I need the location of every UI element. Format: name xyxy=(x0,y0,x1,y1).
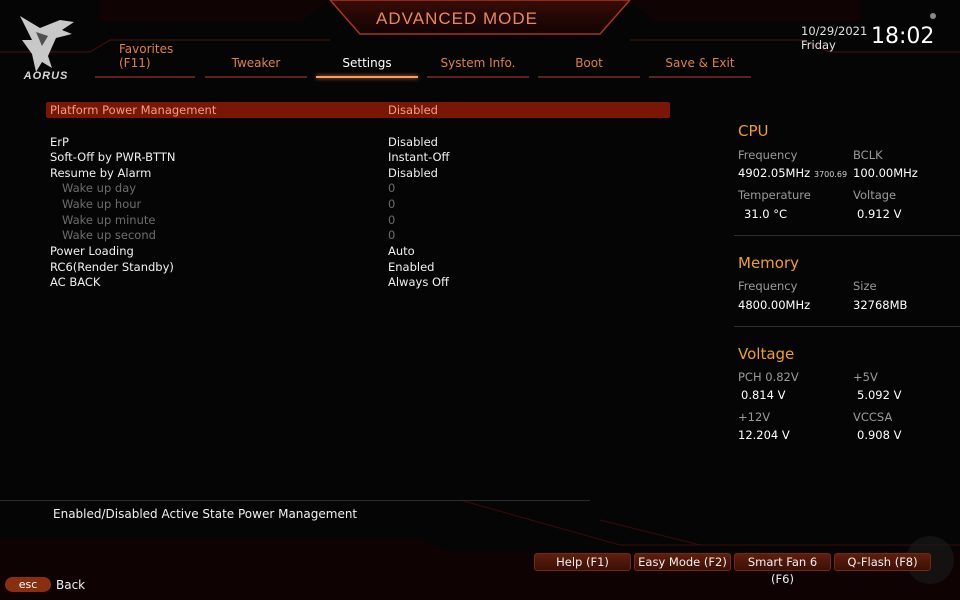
cpu-frequency-label: Frequency xyxy=(738,148,798,162)
help-button[interactable]: Help (F1) xyxy=(534,553,631,571)
setting-row-rc6[interactable]: RC6(Render Standby) Enabled xyxy=(50,260,650,275)
tab-label: System Info. xyxy=(440,56,516,70)
memory-size-label: Size xyxy=(853,279,877,293)
vccsa-value: 0.908 V xyxy=(857,428,902,442)
memory-frequency-label: Frequency xyxy=(738,279,798,293)
setting-row-wake-up-hour: Wake up hour 0 xyxy=(50,197,650,212)
tab-label: Save & Exit xyxy=(665,56,735,70)
tab-underline xyxy=(538,76,640,78)
cpu-bclk-value: 100.00MHz xyxy=(853,166,918,180)
cpu-temperature-label: Temperature xyxy=(738,188,811,202)
date-display: 10/29/2021 Friday xyxy=(801,24,867,52)
setting-label: Wake up hour xyxy=(62,197,142,211)
voltage-title: Voltage xyxy=(738,345,795,363)
setting-row-wake-up-day: Wake up day 0 xyxy=(50,181,650,196)
tab-underline xyxy=(316,76,418,78)
setting-row-selected[interactable]: Platform Power Management Disabled xyxy=(46,102,670,118)
day-text: Friday xyxy=(801,38,836,52)
setting-value: Disabled xyxy=(388,135,438,149)
cpu-temperature-value: 31.0 °C xyxy=(744,207,788,221)
setting-label: AC BACK xyxy=(50,275,101,289)
setting-label: Wake up second xyxy=(62,228,156,242)
tab-label: Tweaker xyxy=(231,56,281,70)
help-description: Enabled/Disabled Active State Power Mana… xyxy=(53,507,358,521)
setting-row-power-loading[interactable]: Power Loading Auto xyxy=(50,244,650,259)
pch-value: 0.814 V xyxy=(741,388,786,402)
setting-row-wake-up-second: Wake up second 0 xyxy=(50,228,650,243)
tab-save-exit[interactable]: Save & Exit xyxy=(649,44,751,78)
v5-value: 5.092 V xyxy=(857,388,902,402)
tab-label: Boot xyxy=(575,56,603,70)
setting-label: RC6(Render Standby) xyxy=(50,260,174,274)
setting-value: Disabled xyxy=(388,166,438,180)
tab-underline xyxy=(205,76,307,78)
tab-underline xyxy=(427,76,529,78)
v12-value: 12.204 V xyxy=(738,428,790,442)
setting-value: 0 xyxy=(388,181,396,195)
setting-row-erp[interactable]: ErP Disabled xyxy=(50,135,650,150)
setting-label: Wake up minute xyxy=(62,213,156,227)
setting-row-resume-by-alarm[interactable]: Resume by Alarm Disabled xyxy=(50,166,650,181)
esc-key-button[interactable]: esc xyxy=(5,577,51,592)
mode-title: ADVANCED MODE xyxy=(376,9,538,28)
easy-mode-button[interactable]: Easy Mode (F2) xyxy=(634,553,731,571)
memory-frequency-value: 4800.00MHz xyxy=(738,298,811,312)
setting-value: 0 xyxy=(388,197,396,211)
setting-row-soft-off[interactable]: Soft-Off by PWR-BTTN Instant-Off xyxy=(50,150,650,165)
divider xyxy=(734,326,960,327)
q-flash-button[interactable]: Q-Flash (F8) xyxy=(834,553,931,571)
setting-value: Disabled xyxy=(388,103,438,117)
tab-label: Favorites (F11) xyxy=(119,42,174,70)
pch-label: PCH 0.82V xyxy=(738,370,799,384)
cpu-frequency-sub-value: 3700.69 xyxy=(814,170,848,179)
memory-size-value: 32768MB xyxy=(853,298,908,312)
setting-value: Instant-Off xyxy=(388,150,450,164)
vccsa-label: VCCSA xyxy=(853,410,893,424)
tab-system-info[interactable]: System Info. xyxy=(427,44,529,78)
setting-label: Soft-Off by PWR-BTTN xyxy=(50,150,176,164)
cpu-bclk-label: BCLK xyxy=(853,148,883,162)
smart-fan-button[interactable]: Smart Fan 6 (F6) xyxy=(734,553,831,586)
divider xyxy=(734,235,960,236)
memory-title: Memory xyxy=(738,254,800,272)
tab-settings[interactable]: Settings xyxy=(316,44,418,78)
setting-row-ac-back[interactable]: AC BACK Always Off xyxy=(50,275,650,290)
setting-label: Power Loading xyxy=(50,244,134,258)
divider xyxy=(0,500,590,501)
tab-label: Settings xyxy=(342,56,392,70)
status-dot-icon xyxy=(930,13,936,19)
v12-label: +12V xyxy=(738,410,771,424)
cpu-voltage-value: 0.912 V xyxy=(857,207,902,221)
brand-logo-text: AORUS xyxy=(23,70,69,82)
setting-label: Platform Power Management xyxy=(50,103,217,117)
tab-underline xyxy=(649,76,751,78)
setting-label: Resume by Alarm xyxy=(50,166,152,180)
setting-value: 0 xyxy=(388,228,396,242)
tab-boot[interactable]: Boot xyxy=(538,44,640,78)
v5-label: +5V xyxy=(853,370,878,384)
cpu-title: CPU xyxy=(738,122,769,140)
setting-label: ErP xyxy=(50,135,69,149)
clock-time: 18:02 xyxy=(871,24,935,49)
date-text: 10/29/2021 xyxy=(801,24,868,38)
tab-tweaker[interactable]: Tweaker xyxy=(205,44,307,78)
cpu-voltage-label: Voltage xyxy=(853,188,897,202)
cpu-frequency-value: 4902.05MHz xyxy=(738,166,811,180)
tab-favorites[interactable]: Favorites (F11) xyxy=(95,42,195,78)
setting-row-wake-up-minute: Wake up minute 0 xyxy=(50,213,650,228)
back-label[interactable]: Back xyxy=(56,578,85,592)
setting-label: Wake up day xyxy=(62,181,137,195)
setting-value: Enabled xyxy=(388,260,435,274)
setting-value: 0 xyxy=(388,213,396,227)
setting-value: Auto xyxy=(388,244,415,258)
setting-value: Always Off xyxy=(388,275,449,289)
tab-underline xyxy=(95,76,195,78)
